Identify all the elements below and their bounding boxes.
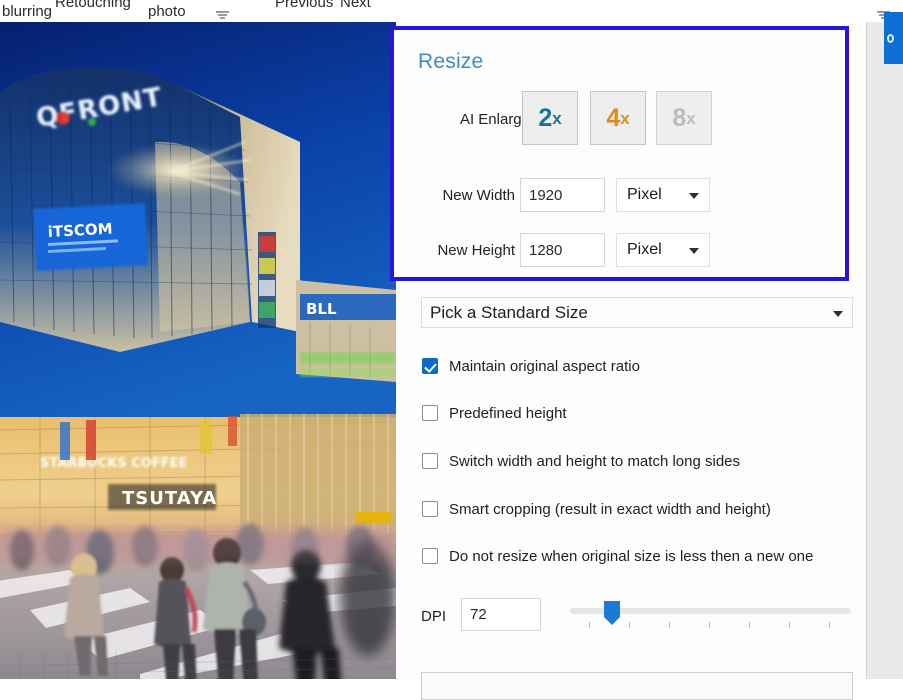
checkbox-label: Maintain original aspect ratio xyxy=(449,358,640,375)
new-height-input[interactable] xyxy=(520,233,605,267)
dpi-input[interactable] xyxy=(461,598,541,631)
ai-enlarge-2x-suffix: x xyxy=(552,110,561,127)
menu-item-retouching[interactable]: Retouching xyxy=(55,0,131,11)
checkbox-box[interactable] xyxy=(422,453,438,469)
checkbox-switch-width-height[interactable]: Switch width and height to match long si… xyxy=(422,452,740,470)
checkbox-label: Predefined height xyxy=(449,405,567,422)
dpi-label: DPI xyxy=(421,608,453,625)
ai-enlarge-8x-number: 8 xyxy=(672,106,686,131)
new-width-input[interactable] xyxy=(520,178,605,212)
preview-photo-shibuya: QFRONT iTSCOM BLL xyxy=(0,22,396,679)
ai-enlarge-4x-suffix: x xyxy=(620,110,629,127)
checkbox-maintain-aspect-ratio[interactable]: Maintain original aspect ratio xyxy=(422,357,640,375)
ai-enlarge-4x-button[interactable]: 4x xyxy=(590,91,646,145)
checkbox-box[interactable] xyxy=(422,548,438,564)
sign-tsutaya: TSUTAYA xyxy=(122,488,217,509)
new-height-label: New Height xyxy=(400,242,515,259)
checkbox-do-not-resize[interactable]: Do not resize when original size is less… xyxy=(422,547,813,565)
sign-bll: BLL xyxy=(306,300,337,318)
top-menu-strip: blurring Retouching photo Previous Next xyxy=(0,0,903,22)
chevron-down-icon xyxy=(689,193,699,199)
side-tab-icon xyxy=(887,34,894,43)
sign-itscom: iTSCOM xyxy=(47,220,113,241)
dpi-slider[interactable] xyxy=(570,604,851,634)
standard-size-value: Pick a Standard Size xyxy=(430,303,588,323)
checkbox-box[interactable] xyxy=(422,405,438,421)
right-gutter xyxy=(866,22,903,679)
chevron-down-icon[interactable] xyxy=(216,11,229,21)
new-height-unit-value: Pixel xyxy=(627,241,662,259)
menu-item-photo[interactable]: photo xyxy=(148,3,186,20)
ai-enlarge-4x-number: 4 xyxy=(606,106,620,131)
side-tab-button[interactable] xyxy=(884,12,903,64)
menu-item-blurring[interactable]: blurring xyxy=(2,3,52,20)
ai-enlarge-2x-number: 2 xyxy=(538,106,552,131)
menu-item-previous[interactable]: Previous xyxy=(275,0,333,11)
image-preview[interactable]: QFRONT iTSCOM BLL xyxy=(0,22,396,679)
dpi-slider-thumb[interactable] xyxy=(604,601,620,617)
new-width-unit-value: Pixel xyxy=(627,186,662,204)
checkbox-label: Switch width and height to match long si… xyxy=(449,453,740,470)
new-width-unit-select[interactable]: Pixel xyxy=(616,178,710,212)
checkbox-smart-cropping[interactable]: Smart cropping (result in exact width an… xyxy=(422,500,771,518)
ai-enlarge-8x-button[interactable]: 8x xyxy=(656,91,712,145)
checkbox-label: Smart cropping (result in exact width an… xyxy=(449,501,771,518)
checkbox-label: Do not resize when original size is less… xyxy=(449,548,813,565)
resize-section-title: Resize xyxy=(418,50,483,74)
next-section-panel[interactable] xyxy=(421,672,853,700)
checkbox-box[interactable] xyxy=(422,501,438,517)
chevron-down-icon xyxy=(833,311,843,317)
chevron-down-icon xyxy=(689,248,699,254)
new-height-unit-select[interactable]: Pixel xyxy=(616,233,710,267)
standard-size-select[interactable]: Pick a Standard Size xyxy=(421,297,853,328)
ai-enlarge-8x-suffix: x xyxy=(686,110,695,127)
checkbox-box-checked[interactable] xyxy=(422,358,438,374)
new-width-label: New Width xyxy=(400,187,515,204)
ai-enlarge-2x-button[interactable]: 2x xyxy=(522,91,578,145)
menu-item-next[interactable]: Next xyxy=(340,0,371,11)
ai-enlarge-label: AI Enlarge xyxy=(400,111,530,128)
checkbox-predefined-height[interactable]: Predefined height xyxy=(422,404,567,422)
